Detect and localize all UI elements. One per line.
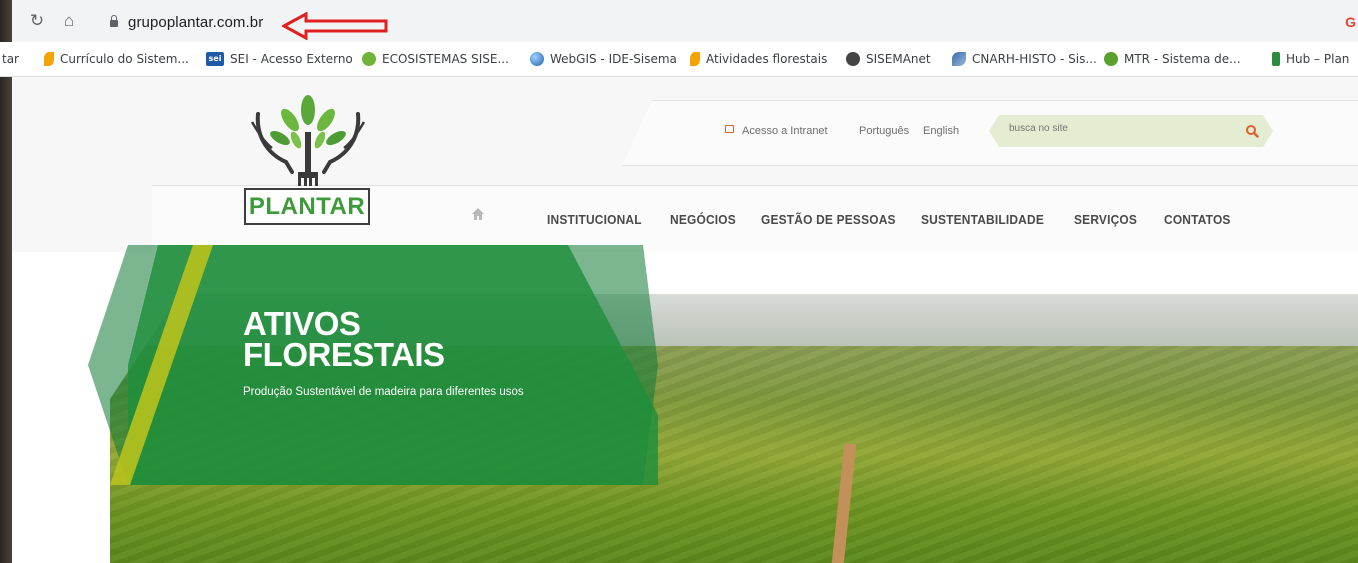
bookmark-label: Hub – Plan xyxy=(1286,52,1350,66)
eco-icon xyxy=(362,52,376,66)
nav-institucional[interactable]: INSTITUCIONAL xyxy=(547,212,642,227)
bookmark-item[interactable]: Currículo do Sistem... xyxy=(44,42,189,76)
bookmark-item[interactable]: sei SEI - Acesso Externo xyxy=(206,42,353,76)
url-text[interactable]: grupoplantar.com.br xyxy=(128,14,263,31)
bookmark-label: SEI - Acesso Externo xyxy=(230,52,353,66)
bookmark-label: Atividades florestais xyxy=(706,52,828,66)
intranet-icon xyxy=(725,125,734,133)
banner-title: ATIVOS FLORESTAIS xyxy=(243,305,445,373)
intranet-link[interactable]: Acesso a Intranet xyxy=(742,125,828,137)
sisema-icon xyxy=(846,52,860,66)
lang-pt-link[interactable]: Português xyxy=(859,125,909,137)
google-icon[interactable]: G xyxy=(1345,14,1356,30)
bookmark-item[interactable]: SISEMAnet xyxy=(846,42,931,76)
bookmark-item[interactable]: WebGIS - IDE-Sisema xyxy=(530,42,677,76)
forest-icon xyxy=(690,52,700,66)
water-icon xyxy=(952,52,966,66)
nav-negocios[interactable]: NEGÓCIOS xyxy=(670,212,736,227)
bookmark-label: ECOSISTEMAS SISE... xyxy=(382,52,509,66)
bookmark-label: tar xyxy=(2,52,19,66)
banner-subtitle: Produção Sustentável de madeira para dif… xyxy=(243,386,524,398)
lang-en-link[interactable]: English xyxy=(923,125,959,137)
recycle-icon xyxy=(1104,52,1118,66)
flag-icon xyxy=(1272,52,1280,66)
red-arrow-annotation-icon xyxy=(282,12,388,40)
reload-icon[interactable]: ↻ xyxy=(26,10,48,32)
banner-title-line1: ATIVOS xyxy=(243,305,361,342)
browser-toolbar: ↻ ⌂ grupoplantar.com.br G xyxy=(12,0,1358,42)
bookmark-item[interactable]: Atividades florestais xyxy=(690,42,827,76)
banner-title-line2: FLORESTAIS xyxy=(243,336,445,373)
bookmark-label: Currículo do Sistem... xyxy=(60,52,189,66)
nav-gestao-de-pessoas[interactable]: GESTÃO DE PESSOAS xyxy=(761,212,896,227)
sei-icon: sei xyxy=(206,52,224,66)
nav-sustentabilidade[interactable]: SUSTENTABILIDADE xyxy=(921,212,1044,227)
bookmarks-bar: tar Currículo do Sistem... sei SEI - Ace… xyxy=(0,42,1358,77)
bookmark-label: SISEMAnet xyxy=(866,52,931,66)
search-input[interactable] xyxy=(1009,123,1229,134)
home-button-icon[interactable]: ⌂ xyxy=(58,10,80,32)
bookmark-item[interactable]: tar xyxy=(2,42,19,76)
bookmark-item[interactable]: ECOSISTEMAS SISE... xyxy=(362,42,509,76)
nav-contatos[interactable]: CONTATOS xyxy=(1164,212,1231,227)
plantar-logo[interactable]: PLANTAR xyxy=(238,92,378,227)
nav-servicos[interactable]: SERVIÇOS xyxy=(1074,212,1137,227)
bookmark-label: CNARH-HISTO - Sis... xyxy=(972,52,1097,66)
site-search xyxy=(989,115,1273,147)
plant-hands-icon xyxy=(250,95,366,186)
globe-icon xyxy=(530,52,544,66)
cv-icon xyxy=(44,52,54,66)
bookmark-item[interactable]: Hub – Plan xyxy=(1272,42,1349,76)
lock-icon xyxy=(110,15,118,27)
search-icon[interactable] xyxy=(1244,123,1260,139)
home-icon[interactable] xyxy=(471,207,485,221)
bookmark-item[interactable]: MTR - Sistema de... xyxy=(1104,42,1241,76)
logo-wordmark: PLANTAR xyxy=(248,192,366,220)
window-edge xyxy=(0,0,12,563)
bookmark-item[interactable]: CNARH-HISTO - Sis... xyxy=(952,42,1097,76)
bookmark-label: MTR - Sistema de... xyxy=(1124,52,1241,66)
bookmark-label: WebGIS - IDE-Sisema xyxy=(550,52,677,66)
logo-wordmark-box: PLANTAR xyxy=(244,188,370,225)
